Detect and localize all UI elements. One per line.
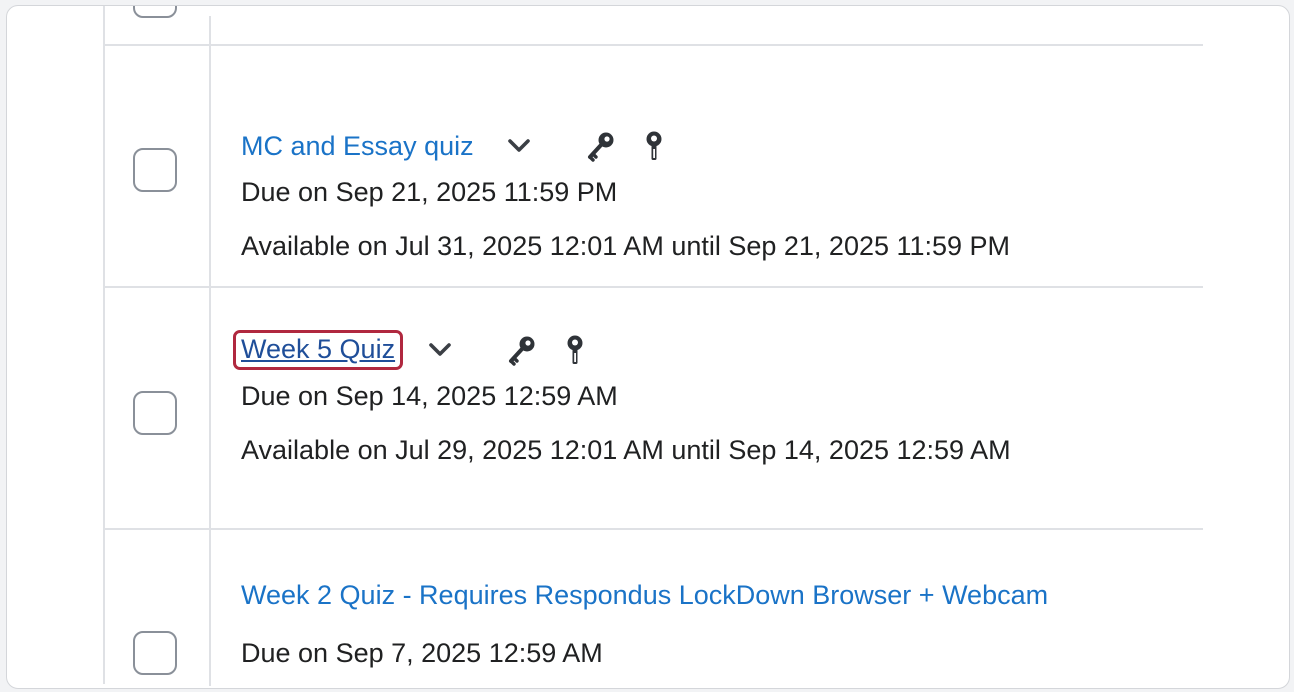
key-icon[interactable] — [586, 130, 616, 162]
quiz-details: Week 2 Quiz - Requires Respondus LockDow… — [241, 575, 1203, 669]
quiz-due-date: Due on Sep 14, 2025 12:59 AM — [241, 381, 618, 411]
quiz-title-link[interactable]: MC and Essay quiz — [241, 131, 474, 162]
quiz-details: Week 5 Quiz Due on Sep 14, 2025 12:59 AM… — [233, 330, 1203, 466]
quiz-title-link[interactable]: Week 2 Quiz - Requires Respondus LockDow… — [241, 580, 1048, 611]
quiz-row: MC and Essay quiz Due on Sep 21, 2025 11… — [105, 44, 1203, 286]
key-icon[interactable] — [507, 334, 537, 366]
quiz-due-date: Due on Sep 21, 2025 11:59 PM — [241, 177, 618, 207]
pin-icon[interactable] — [565, 334, 585, 366]
quiz-title-line: MC and Essay quiz — [241, 126, 1203, 166]
highlight-box: Week 5 Quiz — [233, 330, 404, 370]
quiz-row: Week 2 Quiz - Requires Respondus LockDow… — [105, 528, 1203, 688]
quiz-title-link[interactable]: Week 5 Quiz — [241, 334, 395, 364]
quiz-due-date: Due on Sep 7, 2025 12:59 AM — [241, 638, 603, 668]
quiz-list: MC and Essay quiz Due on Sep 21, 2025 11… — [103, 6, 1203, 686]
quiz-availability: Available on Jul 31, 2025 12:01 AM until… — [241, 231, 1011, 261]
quiz-list-panel: MC and Essay quiz Due on Sep 21, 2025 11… — [6, 5, 1290, 689]
quiz-row-previous — [105, 6, 1203, 46]
quiz-select-checkbox[interactable] — [133, 148, 177, 192]
chevron-down-icon[interactable] — [506, 133, 532, 159]
quiz-title-line: Week 2 Quiz - Requires Respondus LockDow… — [241, 575, 1203, 615]
quiz-select-checkbox[interactable] — [133, 391, 177, 435]
chevron-down-icon[interactable] — [427, 337, 453, 363]
quiz-select-checkbox[interactable] — [133, 631, 177, 675]
quiz-availability: Available on Jul 29, 2025 12:01 AM until… — [241, 435, 1011, 465]
quiz-row: Week 5 Quiz Due on Sep 14, 2025 12:59 AM… — [105, 286, 1203, 528]
quiz-title-line: Week 5 Quiz — [233, 330, 1203, 370]
pin-icon[interactable] — [644, 130, 664, 162]
quiz-details: MC and Essay quiz Due on Sep 21, 2025 11… — [241, 126, 1203, 262]
quiz-select-checkbox[interactable] — [133, 6, 177, 18]
